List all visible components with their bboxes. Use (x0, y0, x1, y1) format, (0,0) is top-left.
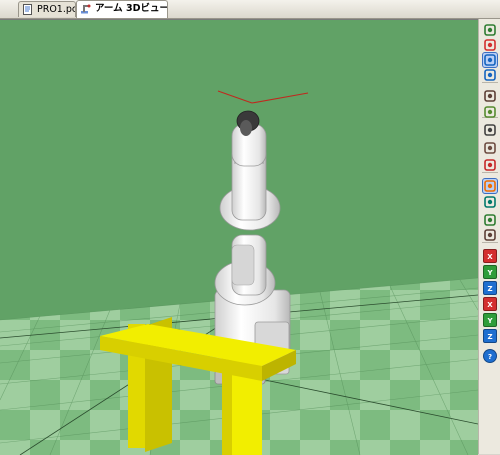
tab-arm-3d-view-label: アーム 3Dビュー (95, 3, 168, 14)
vertical-toolbar: X Y Z X Y Z? (478, 19, 500, 454)
x-red-icon[interactable]: X (483, 249, 497, 263)
tab-pro1-label: PRO1.pcs (37, 4, 75, 15)
ruler-icon[interactable] (483, 105, 497, 119)
3d-scene[interactable] (0, 20, 478, 455)
lights-icon[interactable] (482, 178, 498, 194)
tab-pro1[interactable]: PRO1.pcs (18, 1, 76, 17)
x-red-icon-2[interactable]: X (483, 297, 497, 311)
no-entry-icon[interactable] (483, 38, 497, 52)
film-icon[interactable] (483, 141, 497, 155)
y-green-icon-2[interactable]: Y (483, 313, 497, 327)
toolbar-separator (482, 82, 498, 83)
film-record-icon[interactable] (483, 158, 497, 172)
z-blue-icon-2[interactable]: Z (483, 329, 497, 343)
tool-direction-lines (217, 90, 309, 104)
3d-box-icon[interactable] (483, 195, 497, 209)
arm-3d-view-window: PRO1.pcs アーム 3Dビュー (0, 0, 500, 455)
pan-view-icon[interactable] (483, 68, 497, 82)
home-icon[interactable] (483, 228, 497, 242)
robot-icon[interactable] (483, 213, 497, 227)
toolbar-separator (482, 242, 498, 243)
tab-arm-3d-view[interactable]: アーム 3Dビュー (76, 0, 168, 18)
3d-viewport[interactable] (0, 19, 478, 455)
tab-bar: PRO1.pcs アーム 3Dビュー (0, 0, 500, 19)
toolbar-separator (482, 172, 498, 173)
help-icon[interactable]: ? (483, 349, 497, 363)
robot-arm-icon (81, 4, 91, 14)
tool-edit-icon[interactable] (483, 89, 497, 103)
y-green-icon[interactable]: Y (483, 265, 497, 279)
document-icon (23, 4, 32, 15)
rotate-view-icon[interactable] (482, 52, 498, 68)
z-blue-icon[interactable]: Z (483, 281, 497, 295)
walk-icon[interactable] (483, 23, 497, 37)
camera-icon[interactable] (483, 123, 497, 137)
